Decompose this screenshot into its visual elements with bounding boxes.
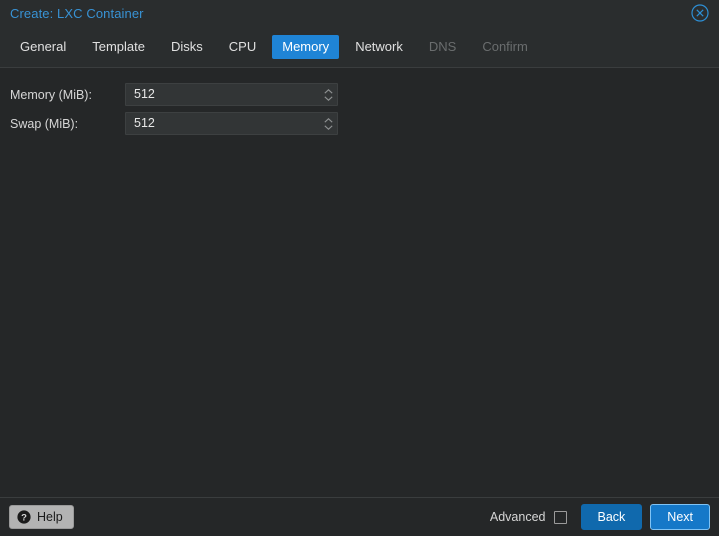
memory-input[interactable]	[126, 83, 319, 106]
help-button-label: Help	[37, 509, 63, 525]
tab-general[interactable]: General	[10, 35, 76, 59]
wizard-tabbar: General Template Disks CPU Memory Networ…	[0, 26, 719, 68]
next-button[interactable]: Next	[650, 504, 710, 530]
back-button[interactable]: Back	[581, 504, 643, 530]
memory-tab-panel: Memory (MiB): Swap (MiB):	[0, 68, 719, 497]
tab-confirm: Confirm	[472, 35, 538, 59]
question-circle-icon: ?	[17, 510, 31, 524]
tab-template[interactable]: Template	[82, 35, 155, 59]
svg-text:?: ?	[21, 512, 27, 523]
close-icon[interactable]	[690, 3, 710, 23]
swap-field-label: Swap (MiB):	[0, 117, 125, 131]
memory-field-label: Memory (MiB):	[0, 88, 125, 102]
swap-field-row: Swap (MiB):	[0, 109, 719, 138]
dialog-title: Create: LXC Container	[10, 7, 144, 20]
tab-dns: DNS	[419, 35, 466, 59]
chevron-up-icon[interactable]	[324, 118, 333, 123]
swap-stepper[interactable]	[125, 112, 338, 135]
chevron-down-icon[interactable]	[324, 125, 333, 130]
memory-stepper-arrows[interactable]	[319, 84, 337, 105]
chevron-up-icon[interactable]	[324, 89, 333, 94]
tab-cpu[interactable]: CPU	[219, 35, 266, 59]
advanced-label: Advanced	[490, 510, 546, 524]
help-button[interactable]: ? Help	[9, 505, 74, 529]
tab-memory[interactable]: Memory	[272, 35, 339, 59]
dialog-footer: ? Help Advanced Back Next	[0, 497, 719, 536]
dialog-titlebar: Create: LXC Container	[0, 0, 719, 26]
memory-stepper[interactable]	[125, 83, 338, 106]
advanced-checkbox[interactable]	[554, 511, 567, 524]
swap-input[interactable]	[126, 112, 319, 135]
swap-stepper-arrows[interactable]	[319, 113, 337, 134]
memory-field-row: Memory (MiB):	[0, 80, 719, 109]
create-lxc-container-dialog: Create: LXC Container General Template D…	[0, 0, 719, 536]
chevron-down-icon[interactable]	[324, 96, 333, 101]
tab-disks[interactable]: Disks	[161, 35, 213, 59]
tab-network[interactable]: Network	[345, 35, 413, 59]
